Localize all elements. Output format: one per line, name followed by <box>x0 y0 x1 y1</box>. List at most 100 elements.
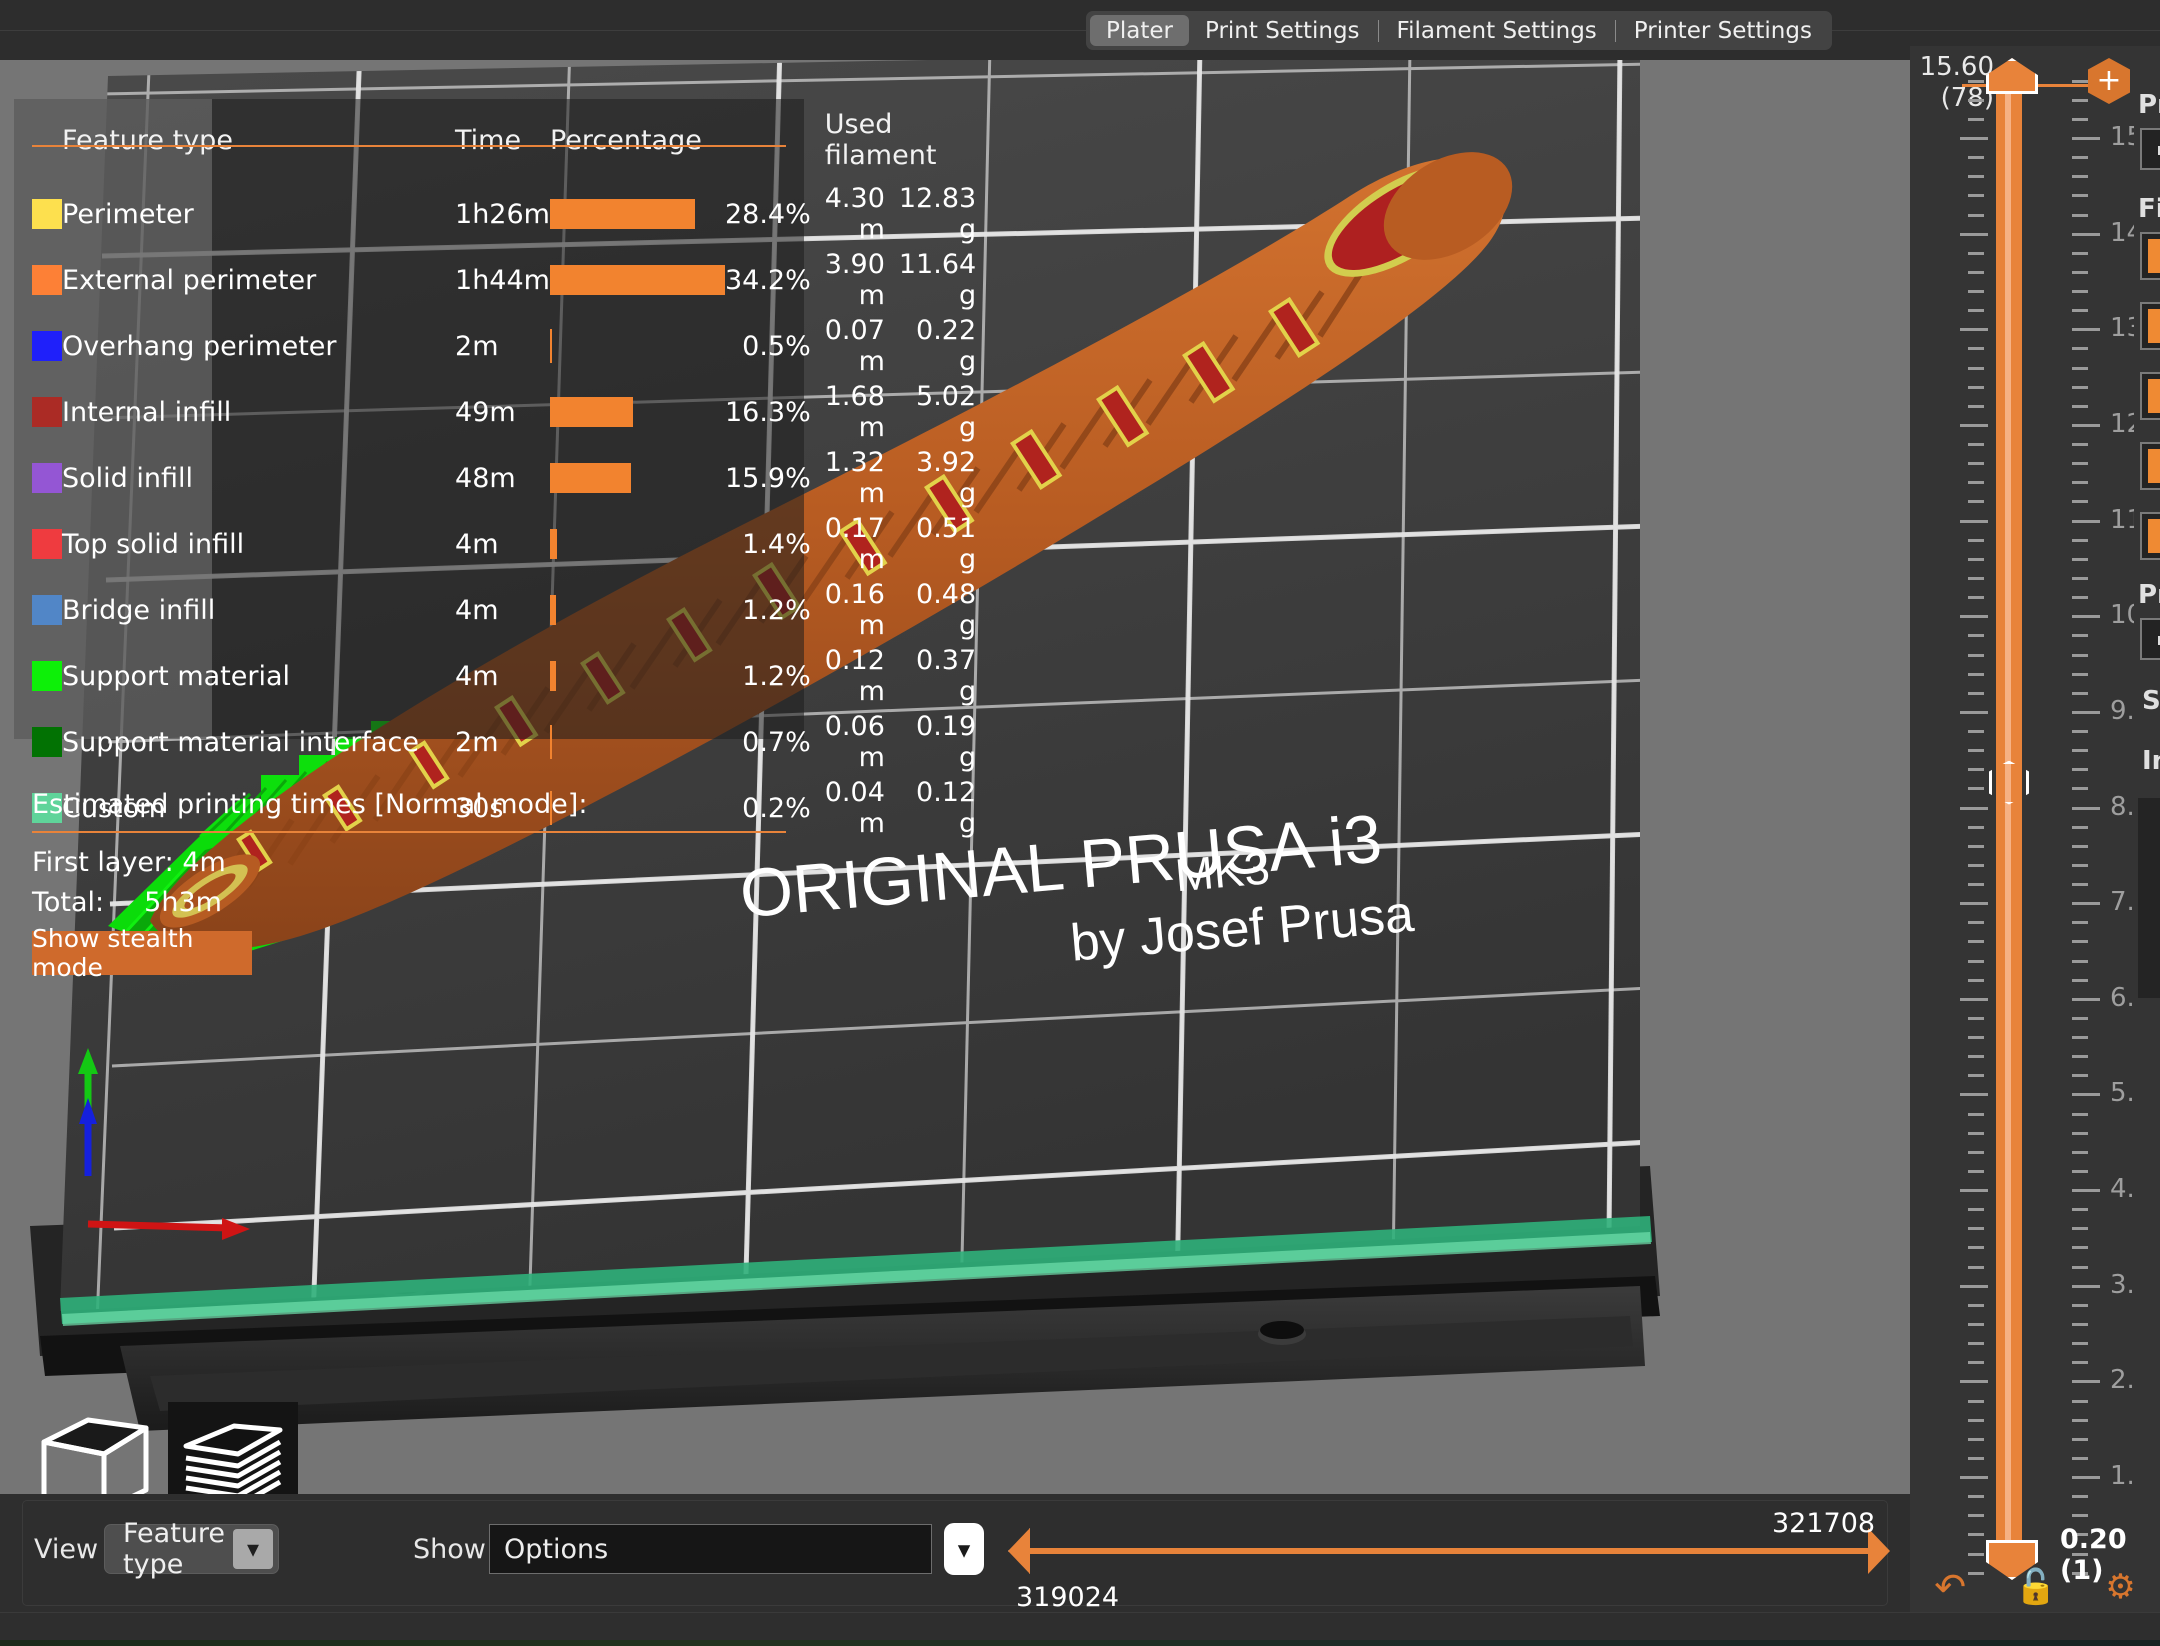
layer-slider-minor-tick <box>2072 1055 2088 1058</box>
tab-print-settings[interactable]: Print Settings <box>1189 15 1376 46</box>
layer-slider-minor-tick <box>1968 462 1984 465</box>
legend-color-swatch-cell <box>32 643 62 709</box>
layer-slider-major-tick <box>1960 1189 1988 1192</box>
legend-row: Support material4m1.2%0.12 m0.37 g <box>32 643 976 709</box>
layer-slider-minor-tick <box>2072 214 2088 217</box>
legend-header-divider <box>32 145 786 147</box>
layer-slider-major-tick <box>2072 807 2100 810</box>
layer-slider-major-tick <box>2072 424 2100 427</box>
layer-slider-minor-tick <box>1968 1419 1984 1422</box>
layer-slider-minor-tick <box>1968 1553 1984 1556</box>
legend-percentage-value: 1.2% <box>725 577 825 643</box>
layer-slider-minor-tick <box>2072 979 2088 982</box>
layer-slider-minor-tick <box>1968 367 1984 370</box>
legend-feature-time: 49m <box>455 379 550 445</box>
show-stealth-mode-button[interactable]: Show stealth mode <box>32 931 252 975</box>
right-panel-object-list[interactable] <box>2138 798 2160 998</box>
legend-feature-time: 48m <box>455 445 550 511</box>
3d-viewport[interactable]: ORIGINAL PRUSA i3 MK3 by Josef Prusa <box>0 46 1910 1494</box>
filament-preset-1[interactable] <box>2140 232 2160 280</box>
revert-icon[interactable]: ↶ <box>1934 1568 1966 1606</box>
layer-slider-minor-tick <box>1968 443 1984 446</box>
legend-feature-time: 1h26m <box>455 181 550 247</box>
layer-slider-minor-tick <box>2072 1151 2088 1154</box>
view-select[interactable]: Feature type ▾ <box>104 1524 279 1574</box>
filament-preset-5[interactable] <box>2140 512 2160 560</box>
filament-preset-2[interactable] <box>2140 302 2160 350</box>
legend-percentage-bar <box>550 595 556 625</box>
layer-slider-minor-tick <box>1968 1342 1984 1345</box>
legend-color-swatch-cell <box>32 445 62 511</box>
layer-slider-minor-tick <box>2072 443 2088 446</box>
layer-slider-minor-tick <box>1968 749 1984 752</box>
chevron-down-icon[interactable]: ▾ <box>233 1529 273 1569</box>
layer-slider-major-tick <box>1960 711 1988 714</box>
layer-slider-minor-tick <box>2072 386 2088 389</box>
layer-slider-major-tick <box>2072 137 2100 140</box>
layer-slider-minor-tick <box>2072 921 2088 924</box>
layer-slider-minor-tick <box>2072 1400 2088 1403</box>
moves-slider-track[interactable] <box>1028 1548 1874 1554</box>
unlocked-icon[interactable]: 🔓 <box>2015 1570 2057 1604</box>
layer-slider-minor-tick <box>1968 634 1984 637</box>
show-options-dropdown-button[interactable]: ▾ <box>944 1523 984 1575</box>
moves-slider[interactable]: 319024 321708 <box>1006 1504 1886 1594</box>
legend-percentage-bar <box>550 265 725 295</box>
legend-color-swatch <box>32 463 62 493</box>
layer-slider-minor-tick <box>1968 787 1984 790</box>
3d-view-icon[interactable] <box>30 1402 160 1494</box>
layer-slider-minor-tick <box>1968 1170 1984 1173</box>
layer-slider-minor-tick <box>1968 673 1984 676</box>
legend-row: Support material interface2m0.7%0.06 m0.… <box>32 709 976 775</box>
layer-slider[interactable]: 15.60 (78) 15.0014.0013.0012.0011.0010.0… <box>1910 46 2160 1612</box>
preview-layers-icon[interactable] <box>168 1402 298 1494</box>
feature-legend-panel: Feature type Time Percentage Used filame… <box>14 99 804 739</box>
legend-filament-length: 0.06 m <box>825 709 899 775</box>
layer-slider-minor-tick <box>2072 1036 2088 1039</box>
layer-slider-minor-tick <box>2072 1113 2088 1116</box>
legend-color-swatch-cell <box>32 379 62 445</box>
layer-slider-minor-tick <box>2072 252 2088 255</box>
tab-printer-settings[interactable]: Printer Settings <box>1618 15 1828 46</box>
cog-icon[interactable]: ⚙ <box>2105 1570 2135 1604</box>
right-panel-printer-label: Pr <box>2138 580 2160 610</box>
show-options-field[interactable]: Options <box>489 1524 932 1574</box>
layer-slider-major-tick <box>2072 902 2100 905</box>
legend-color-swatch <box>32 595 62 625</box>
legend-filament-weight: 0.51 g <box>899 511 976 577</box>
layer-slider-minor-tick <box>1968 252 1984 255</box>
tab-plater[interactable]: Plater <box>1090 15 1189 46</box>
layer-slider-major-tick <box>2072 711 2100 714</box>
legend-filament-weight: 0.12 g <box>899 775 976 841</box>
layer-slider-major-tick <box>1960 1476 1988 1479</box>
layer-slider-ticks: 15.0014.0013.0012.0011.0010.009.008.007.… <box>1960 70 2110 1562</box>
layer-slider-minor-tick <box>2072 787 2088 790</box>
moves-slider-left-handle[interactable] <box>1008 1528 1030 1574</box>
legend-feature-time: 4m <box>455 577 550 643</box>
layer-slider-minor-tick <box>2072 1170 2088 1173</box>
layer-slider-minor-tick <box>2072 768 2088 771</box>
moves-slider-min-value: 319024 <box>1016 1582 1119 1613</box>
layer-slider-minor-tick <box>2072 1323 2088 1326</box>
layer-slider-minor-tick <box>2072 481 2088 484</box>
layer-slider-minor-tick <box>2072 1457 2088 1460</box>
legend-percentage-bar-cell <box>550 577 725 643</box>
top-tab-bar: PlaterPrint SettingsFilament SettingsPri… <box>0 0 2160 60</box>
printer-preset-combo[interactable] <box>2140 618 2160 660</box>
tab-filament-settings[interactable]: Filament Settings <box>1381 15 1613 46</box>
legend-row: Solid infill48m15.9%1.32 m3.92 g <box>32 445 976 511</box>
layer-slider-minor-tick <box>1968 99 1984 102</box>
layer-slider-minor-tick <box>1968 118 1984 121</box>
right-settings-panel[interactable]: Pr Fi Pr S In <box>2134 46 2160 1612</box>
estimated-times-title: Estimated printing times [Normal mode]: <box>32 789 587 820</box>
filament-preset-3[interactable] <box>2140 372 2160 420</box>
layer-slider-minor-tick <box>2072 845 2088 848</box>
layer-slider-minor-tick <box>2072 156 2088 159</box>
layer-slider-minor-tick <box>1968 405 1984 408</box>
layer-slider-major-tick <box>2072 1476 2100 1479</box>
layer-slider-minor-tick <box>1968 80 1984 83</box>
layer-slider-minor-tick <box>2072 730 2088 733</box>
print-preset-combo[interactable] <box>2140 128 2160 170</box>
show-label: Show <box>413 1534 486 1565</box>
filament-preset-4[interactable] <box>2140 442 2160 490</box>
